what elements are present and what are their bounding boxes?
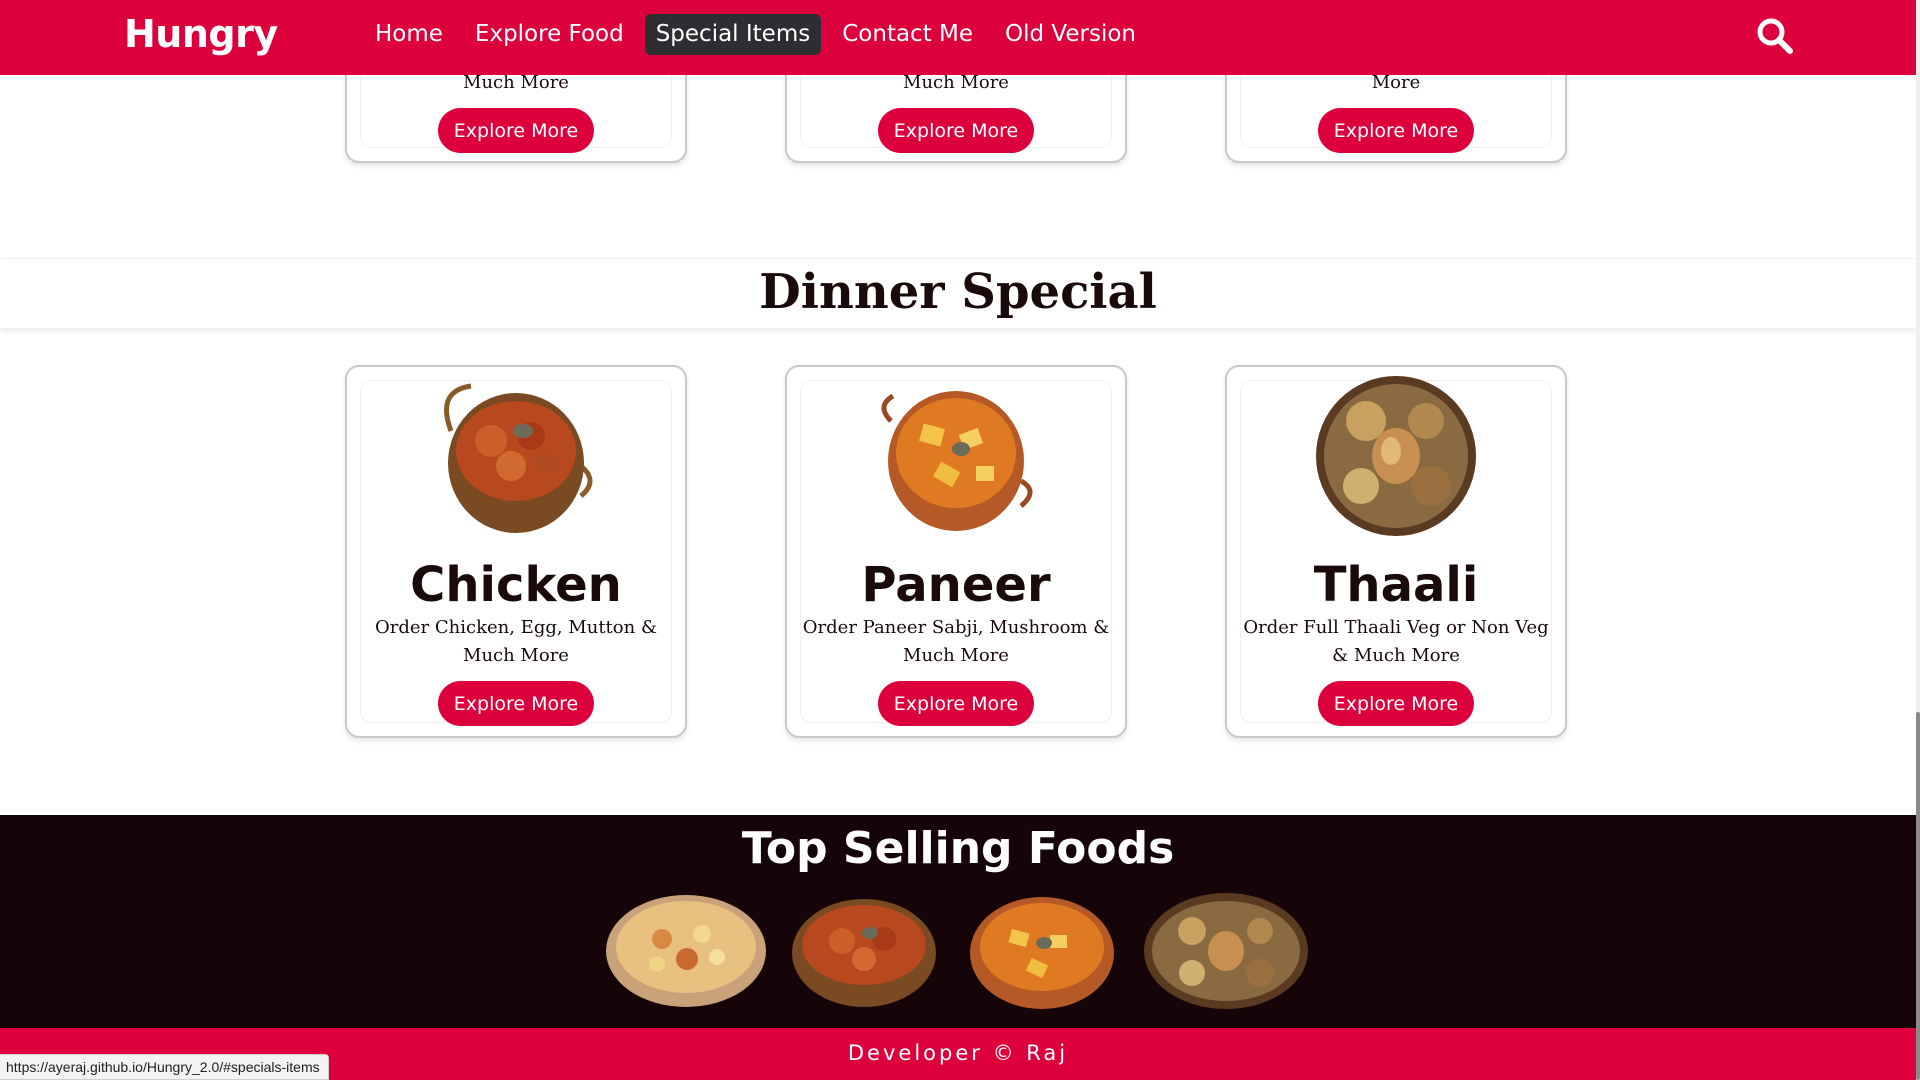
page-scrollbar[interactable]	[1916, 0, 1920, 1080]
explore-more-button[interactable]: Explore More	[878, 108, 1034, 153]
scrollbar-thumb[interactable]	[1916, 712, 1920, 1080]
dinner-card-chicken: Chicken Order Chicken, Egg, Mutton & Muc…	[345, 365, 687, 738]
top-selling-title: Top Selling Foods	[741, 823, 1175, 874]
card-description: Order Full Thaali Veg or Non Veg & Much …	[1243, 617, 1549, 666]
nav-link-explore-food[interactable]: Explore Food	[464, 14, 635, 55]
nav-link-contact-me[interactable]: Contact Me	[831, 14, 984, 55]
top-selling-section: Top Selling Foods	[0, 815, 1916, 1028]
explore-more-button[interactable]: Explore More	[1318, 681, 1474, 726]
status-bar-url: https://ayeraj.github.io/Hungry_2.0/#spe…	[0, 1054, 329, 1080]
thaali-platter-dish-image[interactable]	[1142, 889, 1310, 1013]
explore-more-button[interactable]: Explore More	[878, 681, 1034, 726]
card-description: Order Chicken, Egg, Mutton & Much More	[375, 617, 657, 666]
nav-link-old-version[interactable]: Old Version	[994, 14, 1147, 55]
thaali-platter-image	[1316, 376, 1476, 536]
explore-more-button[interactable]: Explore More	[438, 108, 594, 153]
nav-link-special-items[interactable]: Special Items	[644, 14, 822, 55]
dinner-card-thaali: Thaali Order Full Thaali Veg or Non Veg …	[1225, 365, 1567, 738]
search-icon[interactable]	[1755, 16, 1795, 56]
card-title: Thaali	[1313, 557, 1479, 613]
paneer-curry-dish-image[interactable]	[958, 889, 1126, 1013]
biryani-dish-image[interactable]	[602, 889, 770, 1013]
chicken-curry-image	[444, 383, 593, 533]
nav-links: Home Explore Food Special Items Contact …	[364, 14, 1147, 55]
logo[interactable]: Hungry	[124, 12, 278, 56]
explore-more-button[interactable]: Explore More	[438, 681, 594, 726]
card-title: Chicken	[410, 557, 622, 613]
card-title: Paneer	[861, 557, 1051, 613]
card-description: Order Paneer Sabji, Mushroom & Much More	[802, 617, 1110, 666]
chicken-curry-dish-image[interactable]	[780, 889, 948, 1013]
dinner-card-paneer: Paneer Order Paneer Sabji, Mushroom & Mu…	[785, 365, 1127, 738]
explore-more-button[interactable]: Explore More	[1318, 108, 1474, 153]
nav-link-home[interactable]: Home	[364, 14, 454, 55]
paneer-curry-image	[881, 391, 1033, 531]
navbar: Hungry Home Explore Food Special Items C…	[0, 0, 1916, 75]
section-title: Dinner Special	[759, 264, 1157, 320]
